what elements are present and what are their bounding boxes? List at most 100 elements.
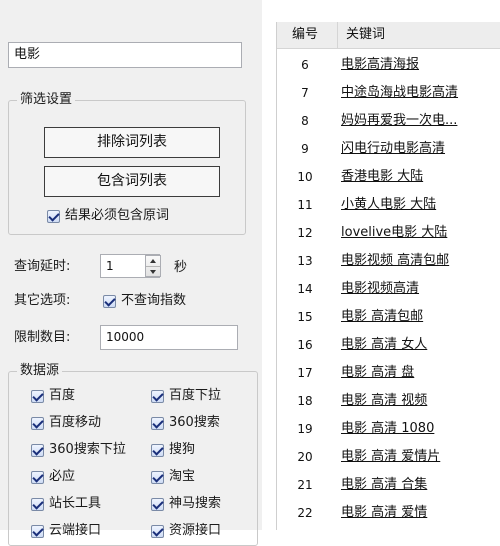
row-keyword[interactable]: 电影 高清 1080 bbox=[341, 416, 499, 442]
checkbox-checked-icon bbox=[151, 416, 164, 430]
source-label: 站长工具 bbox=[49, 496, 102, 511]
source-checkbox[interactable]: 淘宝 bbox=[151, 468, 195, 487]
table-row[interactable]: 16 电影 高清 女人 bbox=[277, 332, 500, 358]
table-row[interactable]: 17 电影 高清 盘 bbox=[277, 360, 500, 386]
table-row[interactable]: 9 闪电行动电影高清 bbox=[277, 136, 500, 162]
row-keyword[interactable]: lovelive电影 大陆 bbox=[341, 220, 499, 246]
table-row[interactable]: 14 电影视频高清 bbox=[277, 276, 500, 302]
source-checkbox[interactable]: 百度移动 bbox=[31, 414, 101, 433]
table-header: 编号 关键词 bbox=[277, 22, 500, 49]
row-id: 8 bbox=[301, 114, 309, 128]
checkbox-checked-icon bbox=[31, 416, 44, 430]
row-keyword[interactable]: 电影视频高清 bbox=[341, 276, 499, 302]
other-options-label: 其它选项: bbox=[14, 293, 71, 308]
row-keyword[interactable]: 香港电影 大陆 bbox=[341, 164, 499, 190]
source-checkbox[interactable]: 云端接口 bbox=[31, 522, 101, 541]
source-checkbox[interactable]: 360搜索下拉 bbox=[31, 441, 126, 460]
data-source-title: 数据源 bbox=[17, 362, 63, 380]
row-keyword[interactable]: 妈妈再爱我一次电... bbox=[341, 108, 499, 134]
checkbox-checked-icon bbox=[151, 524, 164, 538]
row-id: 15 bbox=[297, 310, 313, 324]
delay-unit: 秒 bbox=[174, 260, 188, 275]
row-id: 18 bbox=[297, 394, 313, 408]
source-label: 搜狗 bbox=[169, 442, 196, 457]
source-checkbox[interactable]: 360搜索 bbox=[151, 414, 220, 433]
source-checkbox[interactable]: 百度下拉 bbox=[151, 387, 221, 406]
source-checkbox[interactable]: 百度 bbox=[31, 387, 75, 406]
row-keyword[interactable]: 电影高清海报 bbox=[341, 52, 499, 78]
row-keyword[interactable]: 电影 高清 爱情片 bbox=[341, 444, 499, 470]
checkbox-checked-icon bbox=[151, 470, 164, 484]
source-label: 360搜索下拉 bbox=[49, 442, 126, 457]
table-row[interactable]: 22 电影 高清 爱情 bbox=[277, 500, 500, 526]
source-label: 神马搜索 bbox=[169, 496, 222, 511]
table-row[interactable]: 7 中途岛海战电影高清 bbox=[277, 80, 500, 106]
source-label: 必应 bbox=[49, 469, 76, 484]
source-checkbox[interactable]: 神马搜索 bbox=[151, 495, 221, 514]
id-column-header[interactable]: 编号 bbox=[277, 22, 333, 48]
row-keyword[interactable]: 电影 高清 女人 bbox=[341, 332, 499, 358]
row-keyword[interactable]: 电影 高清 爱情 bbox=[341, 500, 499, 526]
source-label: 360搜索 bbox=[169, 415, 220, 430]
row-keyword[interactable]: 电影 高清 合集 bbox=[341, 472, 499, 498]
keyword-column-header[interactable]: 关键词 bbox=[337, 22, 500, 48]
include-list-button[interactable]: 包含词列表 bbox=[44, 166, 220, 197]
source-label: 淘宝 bbox=[169, 469, 196, 484]
spin-down-arrow-icon[interactable] bbox=[146, 266, 160, 276]
row-id: 11 bbox=[297, 198, 313, 212]
row-keyword[interactable]: 电影 高清包邮 bbox=[341, 304, 499, 330]
table-row[interactable]: 13 电影视频 高清包邮 bbox=[277, 248, 500, 274]
row-keyword[interactable]: 小黄人电影 大陆 bbox=[341, 192, 499, 218]
row-keyword[interactable]: 闪电行动电影高清 bbox=[341, 136, 499, 162]
source-label: 百度 bbox=[49, 388, 76, 403]
keyword-input[interactable]: 电影 bbox=[8, 42, 242, 68]
row-id: 13 bbox=[297, 254, 313, 268]
source-checkbox[interactable]: 搜狗 bbox=[151, 441, 195, 460]
source-checkbox[interactable]: 资源接口 bbox=[151, 522, 221, 541]
table-row[interactable]: 11 小黄人电影 大陆 bbox=[277, 192, 500, 218]
table-row[interactable]: 6 电影高清海报 bbox=[277, 52, 500, 78]
checkbox-checked-icon bbox=[31, 470, 44, 484]
row-id: 19 bbox=[297, 422, 313, 436]
table-row[interactable]: 8 妈妈再爱我一次电... bbox=[277, 108, 500, 134]
settings-panel: 电影 筛选设置 排除词列表 包含词列表 结果必须包含原词 查询延时: 1 秒 其… bbox=[0, 0, 262, 546]
no-index-label: 不查询指数 bbox=[121, 293, 187, 308]
row-id: 9 bbox=[301, 142, 309, 156]
source-checkbox[interactable]: 站长工具 bbox=[31, 495, 101, 514]
exclude-list-button[interactable]: 排除词列表 bbox=[44, 127, 220, 158]
table-row[interactable]: 10 香港电影 大陆 bbox=[277, 164, 500, 190]
spin-up-arrow-icon[interactable] bbox=[146, 256, 160, 266]
no-index-checkbox[interactable]: 不查询指数 bbox=[103, 292, 186, 311]
row-id: 14 bbox=[297, 282, 313, 296]
checkbox-checked-icon bbox=[103, 294, 116, 308]
row-id: 7 bbox=[301, 86, 309, 100]
table-row[interactable]: 18 电影 高清 视频 bbox=[277, 388, 500, 414]
table-row[interactable]: 19 电影 高清 1080 bbox=[277, 416, 500, 442]
table-row[interactable]: 20 电影 高清 爱情片 bbox=[277, 444, 500, 470]
checkbox-checked-icon bbox=[151, 497, 164, 511]
filter-settings-title: 筛选设置 bbox=[17, 91, 76, 109]
row-id: 22 bbox=[297, 506, 313, 520]
results-table: 编号 关键词 6 电影高清海报 7 中途岛海战电影高清 8 妈妈再爱我一次电... 9… bbox=[276, 22, 500, 530]
must-contain-label: 结果必须包含原词 bbox=[65, 208, 170, 223]
checkbox-checked-icon bbox=[151, 389, 164, 403]
row-keyword[interactable]: 电影 高清 视频 bbox=[341, 388, 499, 414]
table-row[interactable]: 12 lovelive电影 大陆 bbox=[277, 220, 500, 246]
checkbox-checked-icon bbox=[151, 443, 164, 457]
must-contain-checkbox[interactable]: 结果必须包含原词 bbox=[47, 207, 169, 226]
table-row[interactable]: 21 电影 高清 合集 bbox=[277, 472, 500, 498]
source-label: 百度移动 bbox=[49, 415, 102, 430]
data-source-group: 数据源 百度 百度下拉 百度移动 360搜索 360搜索下拉 搜狗 必应 淘宝 … bbox=[8, 362, 258, 546]
table-row[interactable]: 15 电影 高清包邮 bbox=[277, 304, 500, 330]
row-id: 12 bbox=[297, 226, 313, 240]
row-id: 16 bbox=[297, 338, 313, 352]
limit-input[interactable]: 10000 bbox=[100, 325, 238, 350]
delay-spinner[interactable] bbox=[145, 255, 161, 277]
checkbox-checked-icon bbox=[31, 524, 44, 538]
row-id: 17 bbox=[297, 366, 313, 380]
row-id: 6 bbox=[301, 58, 309, 72]
row-keyword[interactable]: 中途岛海战电影高清 bbox=[341, 80, 499, 106]
source-checkbox[interactable]: 必应 bbox=[31, 468, 75, 487]
row-keyword[interactable]: 电影 高清 盘 bbox=[341, 360, 499, 386]
row-keyword[interactable]: 电影视频 高清包邮 bbox=[341, 248, 499, 274]
